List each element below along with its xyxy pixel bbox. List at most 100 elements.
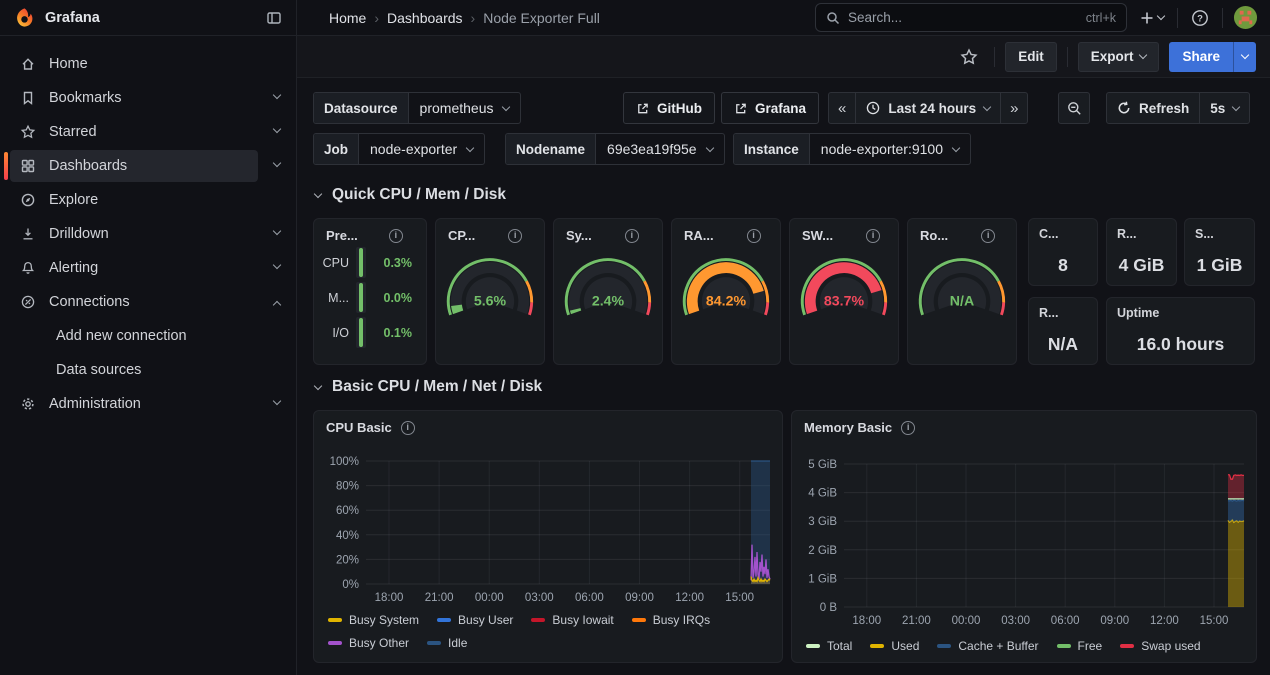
refresh-interval-picker[interactable]: 5s [1200, 93, 1249, 123]
panel-title-gauge-2[interactable]: RA...i [672, 219, 780, 243]
stat-title[interactable]: Uptime [1107, 298, 1254, 320]
search-input[interactable]: Search... ctrl+k [815, 3, 1127, 32]
sidebar-item-administration[interactable]: Administration [0, 388, 296, 420]
legend-item-busy-system[interactable]: Busy System [328, 613, 419, 627]
chevron-down-icon[interactable] [273, 125, 281, 133]
variable-value-dropdown[interactable]: 69e3ea19f95e [596, 134, 724, 164]
sidebar-item-connections[interactable]: Connections [0, 286, 296, 318]
panel-stat-2: S...1 GiB [1184, 218, 1255, 286]
legend-item-used[interactable]: Used [870, 639, 919, 653]
legend-label: Used [891, 639, 919, 653]
time-range-picker[interactable]: Last 24 hours [856, 93, 1001, 123]
info-icon[interactable]: i [747, 229, 761, 243]
info-icon[interactable]: i [901, 421, 915, 435]
info-icon[interactable]: i [508, 229, 522, 243]
breadcrumb-home[interactable]: Home [329, 10, 366, 26]
sidebar-toggle-icon[interactable] [262, 6, 286, 30]
legend-item-busy-irqs[interactable]: Busy IRQs [632, 613, 710, 627]
section-quick-cpu[interactable]: Quick CPU / Mem / Disk [315, 186, 506, 204]
legend-item-free[interactable]: Free [1057, 639, 1103, 653]
stat-title[interactable]: R... [1107, 219, 1176, 241]
help-icon[interactable]: ? [1188, 6, 1212, 30]
legend-item-busy-other[interactable]: Busy Other [328, 636, 409, 650]
sidebar-subitem-data-sources[interactable]: Data sources [0, 354, 296, 386]
chevron-down-icon[interactable] [273, 397, 281, 405]
sidebar-item-alerting[interactable]: Alerting [0, 252, 296, 284]
legend-swatch [632, 618, 646, 622]
chevron-down-icon[interactable] [273, 91, 281, 99]
star-dashboard-button[interactable] [954, 42, 984, 72]
legend-item-idle[interactable]: Idle [427, 636, 467, 650]
plug-icon [20, 294, 36, 310]
share-label: Share [1169, 42, 1233, 72]
sidebar-item-bookmarks[interactable]: Bookmarks [0, 82, 296, 114]
chevron-down-icon[interactable] [273, 261, 281, 269]
svg-text:3 GiB: 3 GiB [808, 516, 837, 528]
grafana-logo-icon[interactable] [14, 7, 35, 28]
grafana-link-button[interactable]: Grafana [721, 92, 819, 124]
refresh-button[interactable]: Refresh [1107, 93, 1200, 123]
panel-title-pressure[interactable]: Pre...i [314, 219, 426, 243]
sidebar-item-home[interactable]: Home [0, 48, 296, 80]
github-link-button[interactable]: GitHub [623, 92, 715, 124]
search-icon [826, 11, 840, 25]
datasource-value[interactable]: prometheus [409, 93, 521, 123]
chevron-up-icon[interactable] [273, 301, 281, 309]
info-icon[interactable]: i [625, 229, 639, 243]
panel-title-cpu-basic[interactable]: CPU Basic i [314, 411, 782, 435]
legend-item-busy-iowait[interactable]: Busy Iowait [531, 613, 613, 627]
time-shift-back-button[interactable]: « [829, 93, 856, 123]
top-nav-bar: Grafana Home › Dashboards › Node Exporte… [0, 0, 1270, 36]
svg-text:06:00: 06:00 [575, 592, 604, 604]
stat-value: 4 GiB [1107, 255, 1176, 276]
legend-item-swap-used[interactable]: Swap used [1120, 639, 1200, 653]
zoom-out-time-button[interactable] [1058, 92, 1090, 124]
variable-current-value: node-exporter:9100 [821, 141, 943, 157]
stat-title[interactable]: C... [1029, 219, 1097, 241]
svg-text:12:00: 12:00 [675, 592, 704, 604]
sidebar-item-starred[interactable]: Starred [0, 116, 296, 148]
panel-title-gauge-3[interactable]: SW...i [790, 219, 898, 243]
edit-button[interactable]: Edit [1005, 42, 1057, 72]
info-icon[interactable]: i [401, 421, 415, 435]
stat-title[interactable]: R... [1029, 298, 1097, 320]
svg-text:00:00: 00:00 [952, 615, 981, 627]
sidebar-item-dashboards[interactable]: Dashboards [0, 150, 296, 182]
svg-text:03:00: 03:00 [525, 592, 554, 604]
panel-title-gauge-0[interactable]: CP...i [436, 219, 544, 243]
info-icon[interactable]: i [389, 229, 403, 243]
panel-title-memory-basic[interactable]: Memory Basic i [792, 411, 1256, 435]
chevron-down-icon[interactable] [273, 227, 281, 235]
legend-label: Idle [448, 636, 467, 650]
section-basic-cpu[interactable]: Basic CPU / Mem / Net / Disk [315, 378, 542, 396]
svg-text:5 GiB: 5 GiB [808, 459, 837, 471]
export-button[interactable]: Export [1078, 42, 1160, 72]
cpu-basic-chart[interactable]: 0%20%40%60%80%100%18:0021:0000:0003:0006… [322, 449, 780, 612]
info-icon[interactable]: i [981, 229, 995, 243]
add-new-button[interactable] [1137, 8, 1167, 28]
pressure-bar-gauge [356, 317, 366, 348]
sidebar-subitem-add-new-connection[interactable]: Add new connection [0, 320, 296, 352]
legend-item-busy-user[interactable]: Busy User [437, 613, 513, 627]
sidebar-item-explore[interactable]: Explore [0, 184, 296, 216]
sidebar-item-drilldown[interactable]: Drilldown [0, 218, 296, 250]
panel-title-gauge-4[interactable]: Ro...i [908, 219, 1016, 243]
breadcrumb-dashboards[interactable]: Dashboards [387, 10, 463, 26]
memory-basic-chart[interactable]: 0 B1 GiB2 GiB3 GiB4 GiB5 GiB18:0021:0000… [800, 449, 1254, 634]
variable-value-dropdown[interactable]: node-exporter [359, 134, 484, 164]
share-menu-caret[interactable] [1233, 42, 1256, 72]
grafana-link-label: Grafana [755, 101, 806, 116]
stat-title[interactable]: S... [1185, 219, 1254, 241]
share-button[interactable]: Share [1169, 42, 1256, 72]
legend-item-total[interactable]: Total [806, 639, 852, 653]
svg-text:?: ? [1197, 13, 1203, 24]
user-avatar[interactable] [1233, 5, 1258, 30]
panel-stat-0: C...8 [1028, 218, 1098, 286]
divider [1222, 8, 1223, 28]
time-shift-forward-button[interactable]: » [1001, 93, 1027, 123]
variable-value-dropdown[interactable]: node-exporter:9100 [810, 134, 970, 164]
info-icon[interactable]: i [866, 229, 880, 243]
legend-item-cache-buffer[interactable]: Cache + Buffer [937, 639, 1038, 653]
chevron-down-icon[interactable] [273, 159, 281, 167]
panel-title-gauge-1[interactable]: Sy...i [554, 219, 662, 243]
